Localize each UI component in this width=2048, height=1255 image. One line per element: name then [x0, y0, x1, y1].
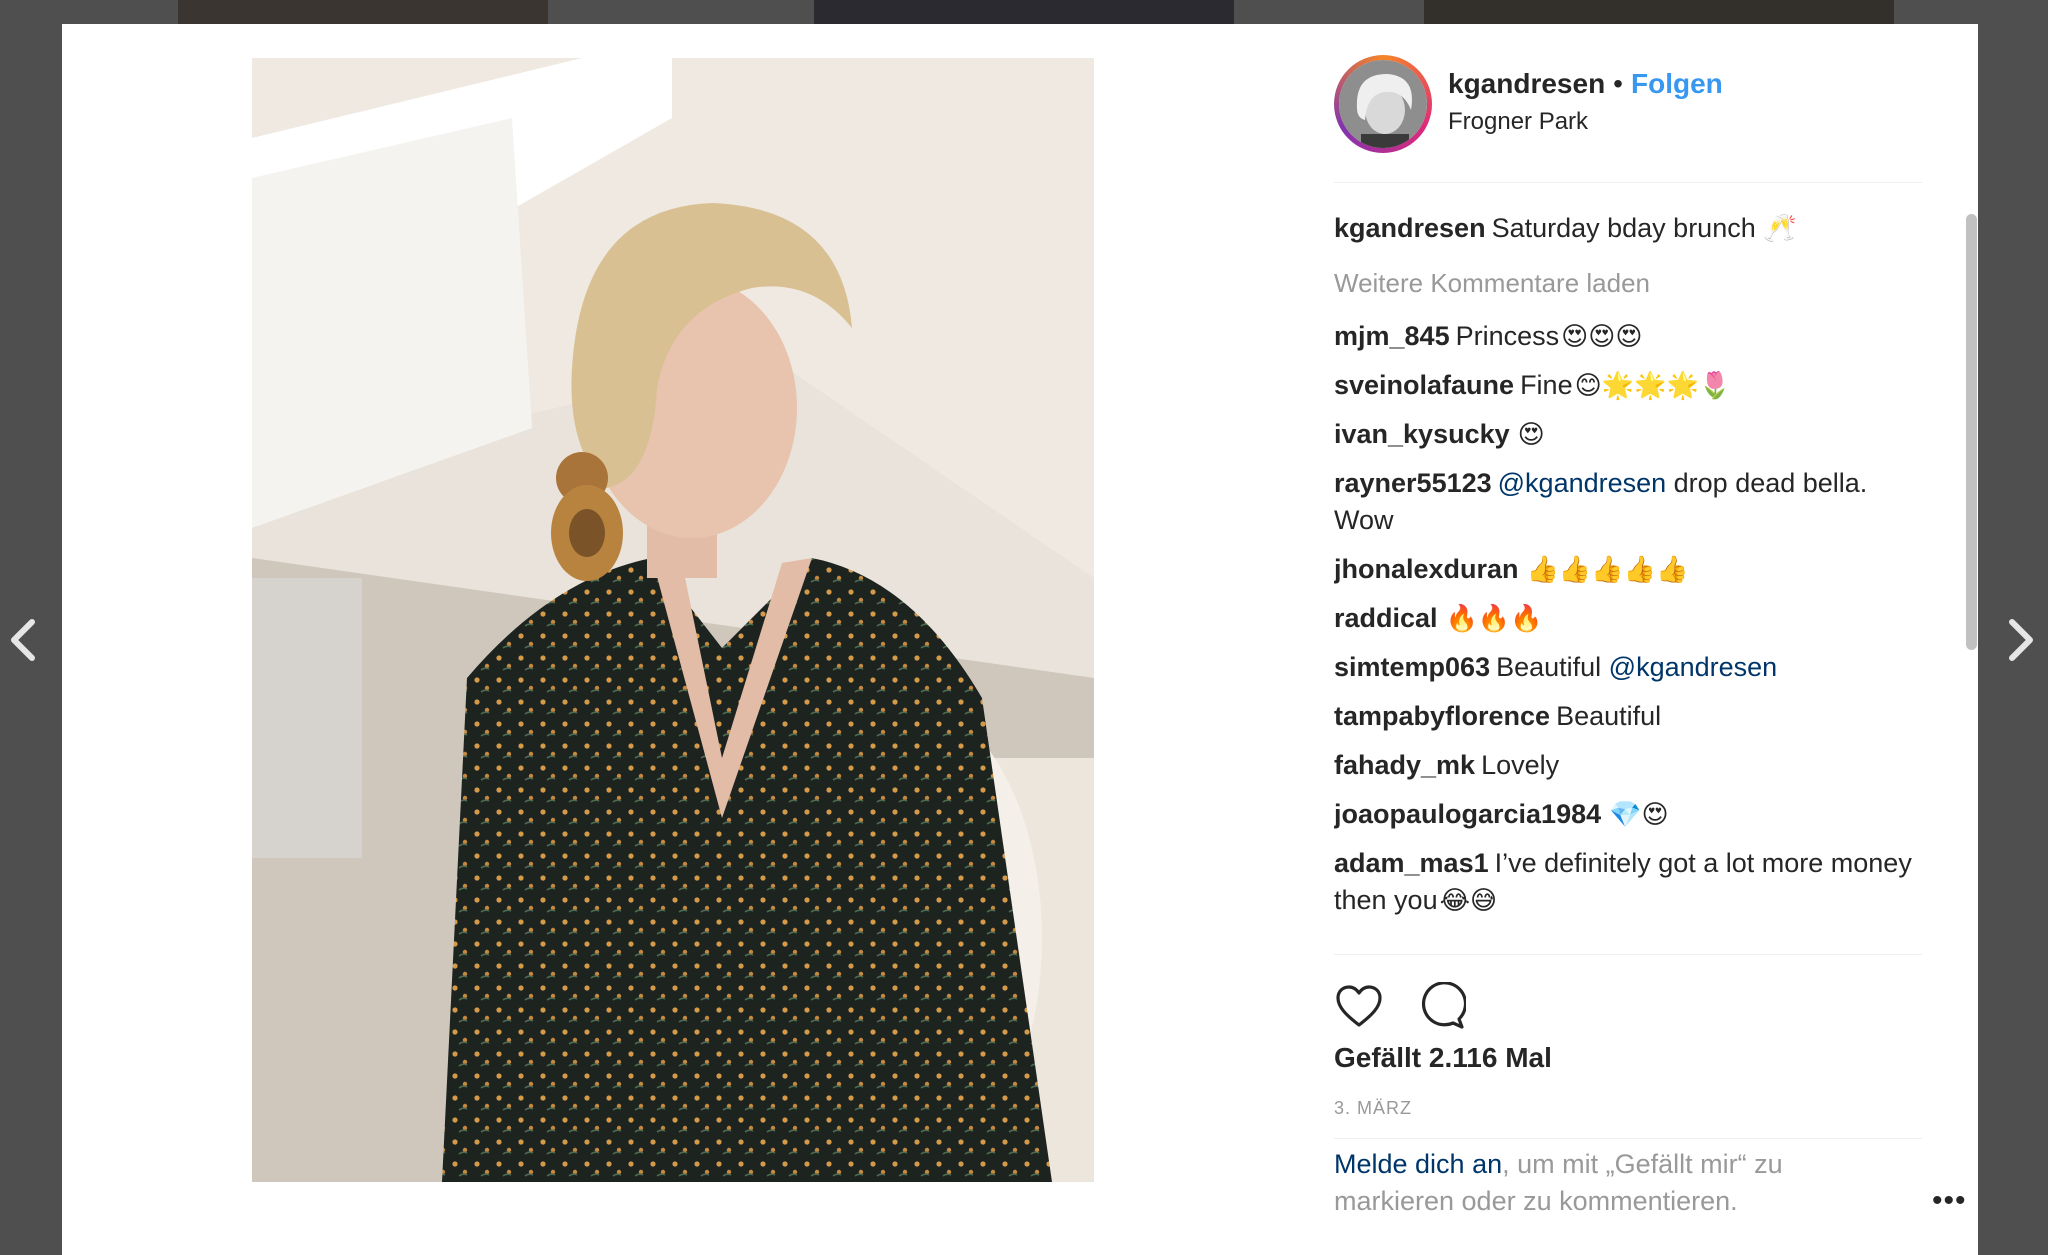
post-image — [252, 58, 1094, 1182]
footer-divider — [1334, 1138, 1922, 1139]
comment-username[interactable]: mjm_845 — [1334, 321, 1450, 351]
header-divider — [1334, 182, 1922, 183]
profile-avatar-image — [1339, 60, 1427, 148]
list-item: mjm_845 Princess😍😍😍 — [1334, 318, 1924, 355]
comment-username[interactable]: rayner55123 — [1334, 468, 1492, 498]
post-photo[interactable] — [252, 58, 1094, 1182]
login-link[interactable]: Melde dich an — [1334, 1149, 1502, 1179]
header-separator: • — [1613, 68, 1623, 99]
list-item: rayner55123 @kgandresen drop dead bella. … — [1334, 465, 1924, 539]
comment-text: Fine — [1520, 370, 1573, 400]
avatar-story-ring[interactable] — [1334, 55, 1432, 153]
post-header: kgandresen • Folgen — [1448, 68, 1723, 100]
login-prompt: Melde dich an, um mit „Gefällt mir“ zu m… — [1334, 1146, 1894, 1220]
more-options-button[interactable]: ••• — [1932, 1184, 1967, 1218]
caption: kgandresen Saturday bday brunch 🥂 — [1334, 210, 1924, 247]
list-item: sveinolafaune Fine😊🌟🌟🌟🌷 — [1334, 367, 1924, 404]
next-post-button[interactable] — [1998, 612, 2042, 668]
load-more-comments-button[interactable]: Weitere Kommentare laden — [1334, 265, 1924, 302]
comment-username[interactable]: joaopaulogarcia1984 — [1334, 799, 1601, 829]
comment-username[interactable]: tampabyflorence — [1334, 701, 1550, 731]
owner-username[interactable]: kgandresen — [1448, 68, 1605, 99]
comment-bubble-icon — [1421, 981, 1468, 1029]
feed-thumbnail — [178, 0, 548, 24]
comments-divider — [1334, 954, 1922, 955]
list-item: jhonalexduran 👍👍👍👍👍 — [1334, 551, 1924, 588]
comment-username[interactable]: ivan_kysucky — [1334, 419, 1510, 449]
caption-username[interactable]: kgandresen — [1334, 213, 1486, 243]
like-button[interactable] — [1334, 982, 1384, 1032]
list-item: simtemp063 Beautiful @kgandresen — [1334, 649, 1924, 686]
comment-username[interactable]: fahady_mk — [1334, 750, 1475, 780]
avatar[interactable] — [1339, 60, 1427, 148]
comment-emoji: 😍 — [1517, 419, 1545, 449]
post-date[interactable]: 3. MÄRZ — [1334, 1098, 1412, 1119]
list-item: raddical 🔥🔥🔥 — [1334, 600, 1924, 637]
location-link[interactable]: Frogner Park — [1448, 108, 1588, 136]
likes-count[interactable]: Gefällt 2.116 Mal — [1334, 1042, 1552, 1074]
follow-button[interactable]: Folgen — [1631, 68, 1723, 99]
previous-post-button[interactable] — [2, 612, 46, 668]
list-item: joaopaulogarcia1984 💎😍 — [1334, 796, 1924, 833]
comment-button[interactable] — [1416, 981, 1468, 1032]
comments-scrollbar[interactable] — [1966, 214, 1977, 650]
post-sidebar: kgandresen • Folgen Frogner Park kgandrese… — [1332, 24, 1992, 1255]
list-item: tampabyflorence Beautiful — [1334, 698, 1924, 735]
comment-emoji: 👍👍👍👍👍 — [1526, 554, 1689, 584]
background-feed-strip — [0, 0, 2048, 24]
comment-emoji: 😊🌟🌟🌟🌷 — [1574, 370, 1732, 400]
comment-emoji: 😍😍😍 — [1561, 321, 1643, 351]
comment-emoji: 🔥🔥🔥 — [1445, 603, 1543, 633]
comment-mention[interactable]: @kgandresen — [1609, 652, 1778, 682]
comment-username[interactable]: sveinolafaune — [1334, 370, 1514, 400]
comment-username[interactable]: simtemp063 — [1334, 652, 1490, 682]
list-item: adam_mas1 I’ve definitely got a lot more … — [1334, 845, 1924, 919]
chevron-left-icon — [11, 619, 35, 661]
comment-emoji: 😂😅 — [1439, 885, 1498, 915]
list-item: fahady_mk Lovely — [1334, 747, 1924, 784]
list-item: ivan_kysucky 😍 — [1334, 416, 1924, 453]
feed-thumbnail — [814, 0, 1234, 24]
comment-username[interactable]: jhonalexduran — [1334, 554, 1519, 584]
feed-thumbnail — [1424, 0, 1894, 24]
caption-text: Saturday bday brunch 🥂 — [1491, 213, 1797, 243]
comment-text: Lovely — [1481, 750, 1560, 780]
chevron-right-icon — [2009, 619, 2033, 661]
comment-username[interactable]: raddical — [1334, 603, 1438, 633]
post-modal: kgandresen • Folgen Frogner Park kgandrese… — [62, 24, 1978, 1255]
comment-emoji: 💎😍 — [1609, 799, 1669, 829]
comment-text: Beautiful — [1496, 652, 1609, 682]
comments-list[interactable]: kgandresen Saturday bday brunch 🥂 Weitere… — [1334, 210, 1924, 950]
comment-username[interactable]: adam_mas1 — [1334, 848, 1489, 878]
comment-text: Beautiful — [1556, 701, 1662, 731]
comment-text: Princess — [1455, 321, 1560, 351]
comment-mention[interactable]: @kgandresen — [1498, 468, 1667, 498]
heart-icon — [1336, 985, 1382, 1027]
